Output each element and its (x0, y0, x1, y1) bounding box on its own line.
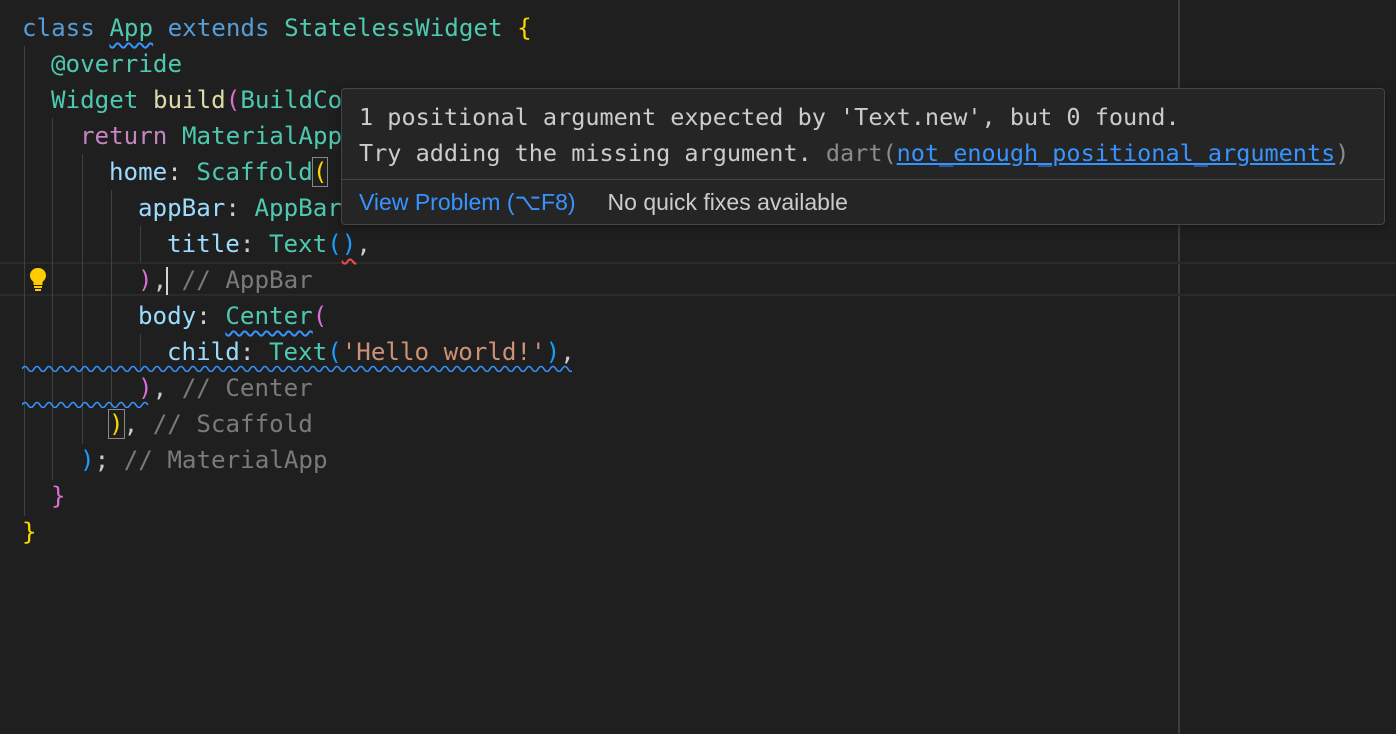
param-child: child (167, 338, 240, 366)
code-line-14[interactable]: } (0, 478, 1180, 514)
code-line-15[interactable]: } (0, 514, 1180, 550)
colon: : (225, 194, 255, 222)
paren-open: ( (327, 338, 342, 366)
type-materialapp[interactable]: MaterialApp (182, 122, 342, 150)
closing-label-comment: // MaterialApp (123, 446, 328, 474)
hover-divider (342, 179, 1384, 180)
colon: : (196, 302, 226, 330)
diagnostic-source-close: ) (1335, 139, 1350, 167)
comma: , (560, 338, 575, 366)
code-line-1[interactable]: class App extends StatelessWidget { (0, 10, 1180, 46)
paren-open: ( (225, 86, 241, 114)
diagnostic-message: 1 positional argument expected by 'Text.… (359, 99, 1369, 171)
brace-open: { (517, 14, 532, 42)
keyword-extends: extends (167, 14, 270, 42)
type-widget[interactable]: Widget (51, 86, 138, 114)
keyword-return: return (80, 122, 168, 150)
diagnostic-source: dart (825, 139, 883, 167)
type-text[interactable]: Text (269, 230, 327, 258)
code-line-13[interactable]: ); // MaterialApp (0, 442, 1180, 478)
closing-label-comment: // Center (181, 374, 313, 402)
comma: , (123, 410, 153, 438)
colon: : (167, 158, 197, 186)
param-appbar: appBar (138, 194, 226, 222)
bracket-match-open: ( (311, 157, 329, 187)
diagnostic-source-open: ( (882, 139, 897, 167)
comma: , (152, 374, 182, 402)
bracket-match-close: ) (108, 409, 125, 439)
code-line-7[interactable]: title: Text(), (0, 226, 1180, 262)
param-home: home (109, 158, 168, 186)
annotation-override: @override (51, 50, 183, 78)
semicolon: ; (94, 446, 124, 474)
paren-open: ( (327, 230, 342, 258)
view-problem-link[interactable]: View Problem (⌥F8) (359, 189, 576, 215)
string-literal: 'Hello world!' (341, 338, 546, 366)
code-line-12[interactable]: ), // Scaffold (0, 406, 1180, 442)
type-statelesswidget[interactable]: StatelessWidget (284, 14, 502, 42)
brace-close: } (51, 482, 66, 510)
diagnostic-hover: 1 positional argument expected by 'Text.… (341, 88, 1385, 225)
code-line-2[interactable]: @override (0, 46, 1180, 82)
method-build[interactable]: build (153, 86, 226, 114)
paren-open: ( (312, 302, 328, 330)
comma: , (356, 230, 371, 258)
paren-close: ) (138, 374, 153, 402)
param-title: title (167, 230, 240, 258)
paren-close: ) (545, 338, 561, 366)
brace-close: } (22, 518, 37, 546)
paren-close: ) (80, 446, 95, 474)
colon: : (239, 230, 269, 258)
comma: , (152, 266, 168, 294)
type-scaffold[interactable]: Scaffold (196, 158, 313, 186)
closing-label-comment: // AppBar (167, 266, 313, 294)
type-center[interactable]: Center (225, 302, 312, 330)
code-line-8[interactable]: ), // AppBar (0, 262, 1180, 298)
lightbulb-icon[interactable] (26, 266, 50, 292)
colon: : (239, 338, 269, 366)
type-buildcontext[interactable]: BuildCo (240, 86, 342, 114)
error-paren-close[interactable]: ) (342, 230, 357, 258)
diagnostic-code-link[interactable]: not_enough_positional_arguments (897, 139, 1336, 167)
paren-close: ) (138, 266, 153, 294)
closing-label-comment: // Scaffold (152, 410, 313, 438)
no-quick-fixes-label: No quick fixes available (607, 189, 848, 215)
diagnostic-message-line2: Try adding the missing argument. (359, 139, 826, 167)
code-line-11[interactable]: ), // Center (0, 370, 1180, 406)
keyword-class: class (22, 14, 95, 42)
code-line-9[interactable]: body: Center( (0, 298, 1180, 334)
class-name-app[interactable]: App (109, 14, 153, 42)
type-appbar[interactable]: AppBar (255, 194, 342, 222)
type-text[interactable]: Text (269, 338, 327, 366)
param-body: body (138, 302, 197, 330)
hover-actions: View Problem (⌥F8) No quick fixes availab… (359, 185, 848, 219)
diagnostic-message-line1: 1 positional argument expected by 'Text.… (359, 103, 1180, 131)
